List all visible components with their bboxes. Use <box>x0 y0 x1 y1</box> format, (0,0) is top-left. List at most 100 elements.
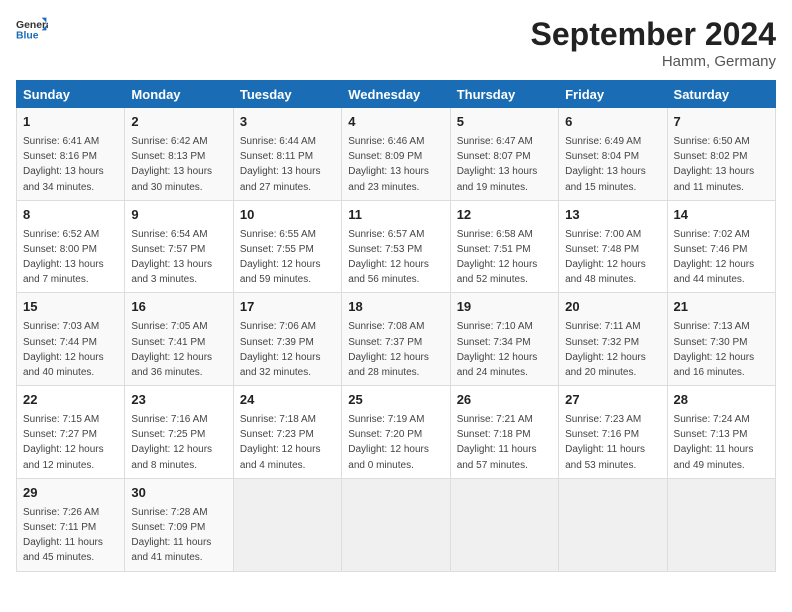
calendar-cell: 10 Sunrise: 6:55 AMSunset: 7:55 PMDayligh… <box>233 200 341 293</box>
calendar-cell: 30 Sunrise: 7:28 AMSunset: 7:09 PMDayligh… <box>125 478 233 571</box>
header: General Blue September 2024 Hamm, German… <box>16 16 776 70</box>
day-info: Sunrise: 6:50 AMSunset: 8:02 PMDaylight:… <box>674 136 755 193</box>
day-info: Sunrise: 7:08 AMSunset: 7:37 PMDaylight:… <box>348 321 429 378</box>
calendar-cell: 5 Sunrise: 6:47 AMSunset: 8:07 PMDaylight… <box>450 108 558 201</box>
calendar-cell: 27Sunrise: 7:23 AMSunset: 7:16 PMDayligh… <box>559 386 667 479</box>
day-info: Sunrise: 7:00 AMSunset: 7:48 PMDaylight:… <box>565 229 646 286</box>
day-info: Sunrise: 6:41 AMSunset: 8:16 PMDaylight:… <box>23 136 104 193</box>
day-info: Sunrise: 7:28 AMSunset: 7:09 PMDaylight:… <box>131 507 211 564</box>
day-info: Sunrise: 7:02 AMSunset: 7:46 PMDaylight:… <box>674 229 755 286</box>
logo-icon: General Blue <box>16 16 48 44</box>
day-number: 29 <box>23 484 118 503</box>
day-number: 30 <box>131 484 226 503</box>
day-header-friday: Friday <box>559 81 667 108</box>
calendar-cell <box>559 478 667 571</box>
calendar-cell: 12 Sunrise: 6:58 AMSunset: 7:51 PMDayligh… <box>450 200 558 293</box>
day-info: Sunrise: 7:18 AMSunset: 7:23 PMDaylight:… <box>240 414 321 471</box>
calendar-cell: 19 Sunrise: 7:10 AMSunset: 7:34 PMDayligh… <box>450 293 558 386</box>
day-info: Sunrise: 7:26 AMSunset: 7:11 PMDaylight:… <box>23 507 103 564</box>
day-info: Sunrise: 6:44 AMSunset: 8:11 PMDaylight:… <box>240 136 321 193</box>
calendar-cell: 2Sunrise: 6:42 AMSunset: 8:13 PMDaylight… <box>125 108 233 201</box>
days-header-row: SundayMondayTuesdayWednesdayThursdayFrid… <box>17 81 776 108</box>
day-info: Sunrise: 7:06 AMSunset: 7:39 PMDaylight:… <box>240 321 321 378</box>
day-number: 27 <box>565 391 660 410</box>
calendar-cell: 24 Sunrise: 7:18 AMSunset: 7:23 PMDayligh… <box>233 386 341 479</box>
day-number: 15 <box>23 298 118 317</box>
calendar-cell: 28 Sunrise: 7:24 AMSunset: 7:13 PMDayligh… <box>667 386 775 479</box>
calendar-cell: 25 Sunrise: 7:19 AMSunset: 7:20 PMDayligh… <box>342 386 450 479</box>
day-number: 22 <box>23 391 118 410</box>
calendar-cell: 17 Sunrise: 7:06 AMSunset: 7:39 PMDayligh… <box>233 293 341 386</box>
day-info: Sunrise: 7:05 AMSunset: 7:41 PMDaylight:… <box>131 321 212 378</box>
calendar-cell: 20Sunrise: 7:11 AMSunset: 7:32 PMDayligh… <box>559 293 667 386</box>
calendar-cell: 14 Sunrise: 7:02 AMSunset: 7:46 PMDayligh… <box>667 200 775 293</box>
day-info: Sunrise: 6:57 AMSunset: 7:53 PMDaylight:… <box>348 229 429 286</box>
day-info: Sunrise: 6:52 AMSunset: 8:00 PMDaylight:… <box>23 229 104 286</box>
svg-text:Blue: Blue <box>16 30 39 41</box>
day-number: 14 <box>674 206 769 225</box>
day-number: 12 <box>457 206 552 225</box>
calendar-cell: 29 Sunrise: 7:26 AMSunset: 7:11 PMDayligh… <box>17 478 125 571</box>
calendar-cell: 23 Sunrise: 7:16 AMSunset: 7:25 PMDayligh… <box>125 386 233 479</box>
calendar-cell <box>450 478 558 571</box>
week-row-2: 8 Sunrise: 6:52 AMSunset: 8:00 PMDaylight… <box>17 200 776 293</box>
day-number: 24 <box>240 391 335 410</box>
calendar-cell: 11Sunrise: 6:57 AMSunset: 7:53 PMDayligh… <box>342 200 450 293</box>
calendar-cell: 3 Sunrise: 6:44 AMSunset: 8:11 PMDaylight… <box>233 108 341 201</box>
day-number: 13 <box>565 206 660 225</box>
day-header-thursday: Thursday <box>450 81 558 108</box>
calendar-cell: 22Sunrise: 7:15 AMSunset: 7:27 PMDayligh… <box>17 386 125 479</box>
day-header-wednesday: Wednesday <box>342 81 450 108</box>
logo: General Blue <box>16 16 48 44</box>
calendar-cell: 4 Sunrise: 6:46 AMSunset: 8:09 PMDaylight… <box>342 108 450 201</box>
day-info: Sunrise: 6:49 AMSunset: 8:04 PMDaylight:… <box>565 136 646 193</box>
day-info: Sunrise: 7:21 AMSunset: 7:18 PMDaylight:… <box>457 414 537 471</box>
day-info: Sunrise: 7:16 AMSunset: 7:25 PMDaylight:… <box>131 414 212 471</box>
calendar-table: SundayMondayTuesdayWednesdayThursdayFrid… <box>16 80 776 572</box>
day-number: 4 <box>348 113 443 132</box>
day-number: 26 <box>457 391 552 410</box>
day-number: 25 <box>348 391 443 410</box>
day-info: Sunrise: 7:11 AMSunset: 7:32 PMDaylight:… <box>565 321 646 378</box>
day-info: Sunrise: 7:24 AMSunset: 7:13 PMDaylight:… <box>674 414 754 471</box>
calendar-cell <box>233 478 341 571</box>
day-number: 7 <box>674 113 769 132</box>
day-number: 17 <box>240 298 335 317</box>
calendar-cell <box>342 478 450 571</box>
day-number: 5 <box>457 113 552 132</box>
day-info: Sunrise: 6:55 AMSunset: 7:55 PMDaylight:… <box>240 229 321 286</box>
day-number: 3 <box>240 113 335 132</box>
week-row-4: 22Sunrise: 7:15 AMSunset: 7:27 PMDayligh… <box>17 386 776 479</box>
day-info: Sunrise: 7:10 AMSunset: 7:34 PMDaylight:… <box>457 321 538 378</box>
week-row-5: 29 Sunrise: 7:26 AMSunset: 7:11 PMDayligh… <box>17 478 776 571</box>
calendar-cell: 13 Sunrise: 7:00 AMSunset: 7:48 PMDayligh… <box>559 200 667 293</box>
calendar-cell <box>667 478 775 571</box>
day-header-sunday: Sunday <box>17 81 125 108</box>
day-header-saturday: Saturday <box>667 81 775 108</box>
day-info: Sunrise: 6:46 AMSunset: 8:09 PMDaylight:… <box>348 136 429 193</box>
day-info: Sunrise: 6:42 AMSunset: 8:13 PMDaylight:… <box>131 136 212 193</box>
day-number: 28 <box>674 391 769 410</box>
month-title: September 2024 <box>531 16 776 53</box>
day-number: 18 <box>348 298 443 317</box>
day-info: Sunrise: 7:13 AMSunset: 7:30 PMDaylight:… <box>674 321 755 378</box>
calendar-cell: 8 Sunrise: 6:52 AMSunset: 8:00 PMDaylight… <box>17 200 125 293</box>
day-number: 8 <box>23 206 118 225</box>
day-info: Sunrise: 6:54 AMSunset: 7:57 PMDaylight:… <box>131 229 212 286</box>
location: Hamm, Germany <box>531 53 776 70</box>
day-number: 23 <box>131 391 226 410</box>
week-row-3: 15 Sunrise: 7:03 AMSunset: 7:44 PMDayligh… <box>17 293 776 386</box>
day-number: 1 <box>23 113 118 132</box>
day-header-tuesday: Tuesday <box>233 81 341 108</box>
day-info: Sunrise: 7:19 AMSunset: 7:20 PMDaylight:… <box>348 414 429 471</box>
day-info: Sunrise: 7:03 AMSunset: 7:44 PMDaylight:… <box>23 321 104 378</box>
calendar-cell: 26 Sunrise: 7:21 AMSunset: 7:18 PMDayligh… <box>450 386 558 479</box>
day-number: 19 <box>457 298 552 317</box>
day-info: Sunrise: 6:58 AMSunset: 7:51 PMDaylight:… <box>457 229 538 286</box>
week-row-1: 1 Sunrise: 6:41 AMSunset: 8:16 PMDaylight… <box>17 108 776 201</box>
day-number: 21 <box>674 298 769 317</box>
day-number: 6 <box>565 113 660 132</box>
calendar-cell: 6 Sunrise: 6:49 AMSunset: 8:04 PMDaylight… <box>559 108 667 201</box>
day-info: Sunrise: 6:47 AMSunset: 8:07 PMDaylight:… <box>457 136 538 193</box>
day-number: 10 <box>240 206 335 225</box>
